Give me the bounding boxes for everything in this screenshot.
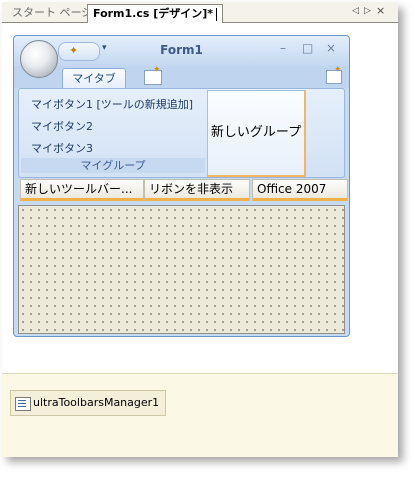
new-group-placeholder[interactable]: 新しいグループ bbox=[207, 90, 306, 177]
ribbon-panel: マイボタン1 [ツールの新規追加] マイボタン2 マイボタン3 マイグループ 新… bbox=[18, 88, 345, 178]
scroll-left-icon[interactable]: ◁ bbox=[352, 6, 359, 16]
toolbars-manager-icon bbox=[15, 397, 31, 411]
my-button-1[interactable]: マイボタン1 [ツールの新規追加] bbox=[31, 96, 193, 112]
add-item-icon[interactable]: ✦ bbox=[326, 65, 342, 84]
designer-window: スタート ページ Form1.cs [デザイン]* ◁ ▷ × ✦ ▾ Form… bbox=[2, 2, 398, 457]
form-title-bar: ✦ ▾ Form1 – □ × bbox=[14, 36, 349, 66]
component-label: ultraToolbarsManager1 bbox=[33, 396, 160, 409]
tab-caret bbox=[216, 7, 218, 21]
my-button-2[interactable]: マイボタン2 bbox=[31, 118, 93, 134]
close-button[interactable]: × bbox=[326, 41, 336, 55]
tab-form1-label: Form1.cs [デザイン]* bbox=[93, 7, 214, 20]
maximize-button[interactable]: □ bbox=[302, 41, 313, 55]
form-client-area[interactable] bbox=[18, 205, 345, 334]
sparkle-icon: ✦ bbox=[153, 65, 161, 75]
tab-form1-design[interactable]: Form1.cs [デザイン]* bbox=[87, 4, 224, 23]
scroll-right-icon[interactable]: ▷ bbox=[364, 6, 371, 16]
minimize-button[interactable]: – bbox=[280, 41, 286, 55]
application-menu-button[interactable] bbox=[20, 40, 58, 78]
design-surface: ✦ ▾ Form1 – □ × マイタブ ✦ ✦ マイボタン1 [ツールの新規追… bbox=[2, 23, 398, 369]
group-caption: マイグループ bbox=[21, 158, 205, 173]
toolbars-manager-component[interactable]: ultraToolbarsManager1 bbox=[10, 390, 166, 416]
toolbar-actions-row: 新しいツールバー... リボンを非表示 Office 2007 bbox=[18, 179, 348, 201]
new-toolbar-button[interactable]: 新しいツールバー... bbox=[20, 179, 144, 201]
office-style-button[interactable]: Office 2007 bbox=[252, 179, 348, 201]
hide-ribbon-button[interactable]: リボンを非表示 bbox=[144, 179, 250, 201]
tab-start-page[interactable]: スタート ページ bbox=[6, 4, 98, 22]
my-button-3[interactable]: マイボタン3 bbox=[31, 140, 93, 156]
document-tab-strip: スタート ページ Form1.cs [デザイン]* ◁ ▷ × bbox=[2, 2, 398, 23]
ribbon-group-my: マイボタン1 [ツールの新規追加] マイボタン2 マイボタン3 マイグループ bbox=[21, 91, 205, 173]
sparkle-icon: ✦ bbox=[334, 65, 342, 75]
close-document-icon[interactable]: × bbox=[376, 4, 385, 17]
form1-window[interactable]: ✦ ▾ Form1 – □ × マイタブ ✦ ✦ マイボタン1 [ツールの新規追… bbox=[13, 35, 350, 337]
ribbon-tab-row: マイタブ ✦ ✦ bbox=[14, 65, 349, 89]
tab-my-tab[interactable]: マイタブ bbox=[62, 68, 126, 89]
add-tab-icon[interactable]: ✦ bbox=[144, 65, 162, 85]
component-tray: ultraToolbarsManager1 bbox=[2, 373, 398, 457]
form-title: Form1 bbox=[160, 43, 203, 57]
